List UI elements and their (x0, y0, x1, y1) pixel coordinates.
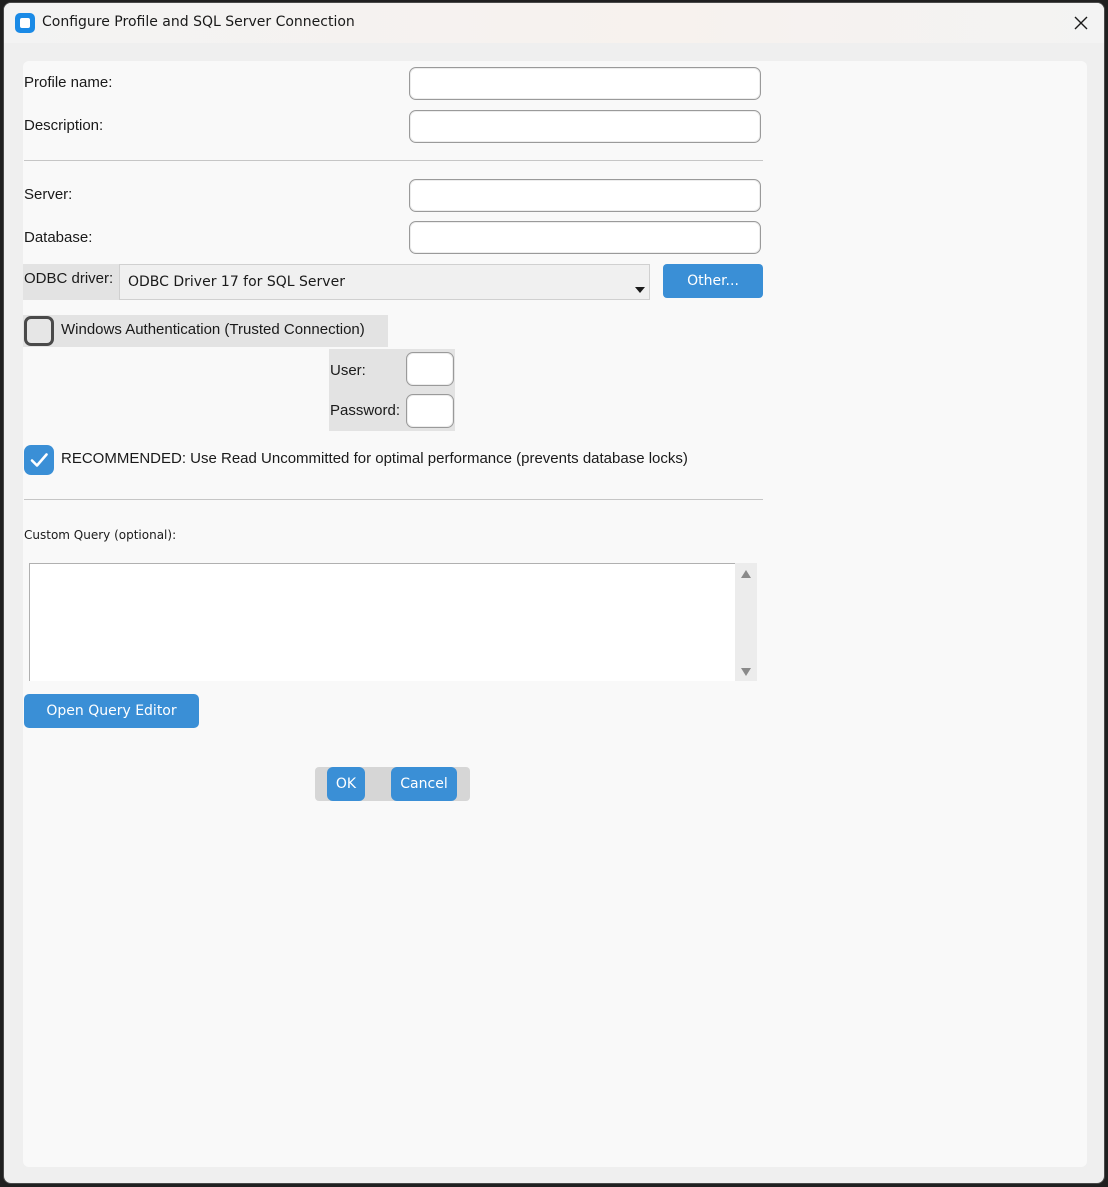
custom-query-textarea[interactable] (29, 563, 735, 681)
odbc-driver-label: ODBC driver: (23, 264, 119, 300)
read-uncommitted-checkbox[interactable]: RECOMMENDED: Use Read Uncommitted for op… (23, 444, 743, 476)
chevron-down-icon (635, 287, 645, 293)
separator (24, 160, 763, 161)
scroll-down-arrow-icon[interactable] (741, 668, 751, 676)
password-label: Password: (330, 402, 401, 419)
checkmark-icon (30, 453, 48, 467)
odbc-driver-select[interactable]: ODBC Driver 17 for SQL Server (119, 264, 650, 300)
profile-name-input[interactable] (409, 67, 761, 100)
scroll-up-arrow-icon[interactable] (741, 570, 751, 578)
description-label: Description: (24, 117, 104, 134)
odbc-driver-value: ODBC Driver 17 for SQL Server (128, 274, 345, 290)
profile-name-label: Profile name: (24, 74, 113, 91)
password-input[interactable] (406, 394, 454, 428)
database-input[interactable] (409, 221, 761, 254)
server-input[interactable] (409, 179, 761, 212)
server-label: Server: (24, 186, 73, 203)
other-driver-button[interactable]: Other... (663, 264, 763, 298)
title-bar[interactable]: Configure Profile and SQL Server Connect… (4, 3, 1104, 43)
user-input[interactable] (406, 352, 454, 386)
close-icon (1074, 16, 1088, 30)
description-input[interactable] (409, 110, 761, 143)
checkbox-checked (24, 445, 54, 475)
cancel-button[interactable]: Cancel (391, 767, 457, 801)
form-panel: Profile name: Description: Server: Datab… (23, 61, 1087, 1167)
open-query-editor-button[interactable]: Open Query Editor (24, 694, 199, 728)
window-title: Configure Profile and SQL Server Connect… (42, 14, 355, 30)
database-label: Database: (24, 229, 93, 246)
dialog-window: Configure Profile and SQL Server Connect… (3, 2, 1105, 1184)
credentials-group: User: Password: (329, 349, 455, 431)
close-button[interactable] (1058, 3, 1104, 43)
user-label: User: (330, 362, 366, 379)
checkbox-unchecked-icon (24, 316, 54, 346)
separator (24, 499, 763, 500)
custom-query-scrollbar[interactable] (735, 563, 757, 681)
custom-query-label: Custom Query (optional): (24, 528, 177, 542)
windows-auth-label: Windows Authentication (Trusted Connecti… (61, 321, 365, 338)
dialog-buttons: OK Cancel (315, 767, 470, 801)
windows-auth-checkbox[interactable]: Windows Authentication (Trusted Connecti… (23, 315, 388, 347)
read-uncommitted-label: RECOMMENDED: Use Read Uncommitted for op… (61, 450, 688, 467)
ok-button[interactable]: OK (327, 767, 365, 801)
app-window-icon (15, 13, 35, 33)
